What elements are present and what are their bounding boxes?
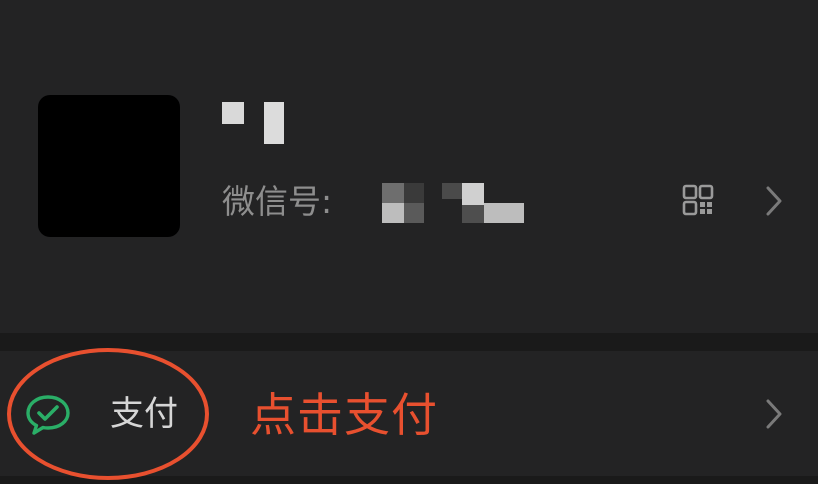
annotation-text: 点击支付: [250, 388, 438, 442]
bottom-strip: [0, 476, 818, 484]
wechat-pay-icon: [26, 395, 70, 435]
pay-label: 支付: [110, 394, 178, 434]
chevron-right-icon: [766, 399, 782, 429]
qr-code-icon[interactable]: [682, 184, 714, 216]
section-divider: [0, 333, 818, 351]
chevron-right-icon: [766, 186, 782, 216]
avatar[interactable]: [38, 95, 180, 237]
me-page: 微信号: 支付 点击支付: [0, 0, 818, 484]
profile-card[interactable]: 微信号:: [0, 0, 818, 333]
pay-row[interactable]: 支付 点击支付: [0, 351, 818, 476]
wechat-id-label: 微信号:: [222, 182, 333, 221]
